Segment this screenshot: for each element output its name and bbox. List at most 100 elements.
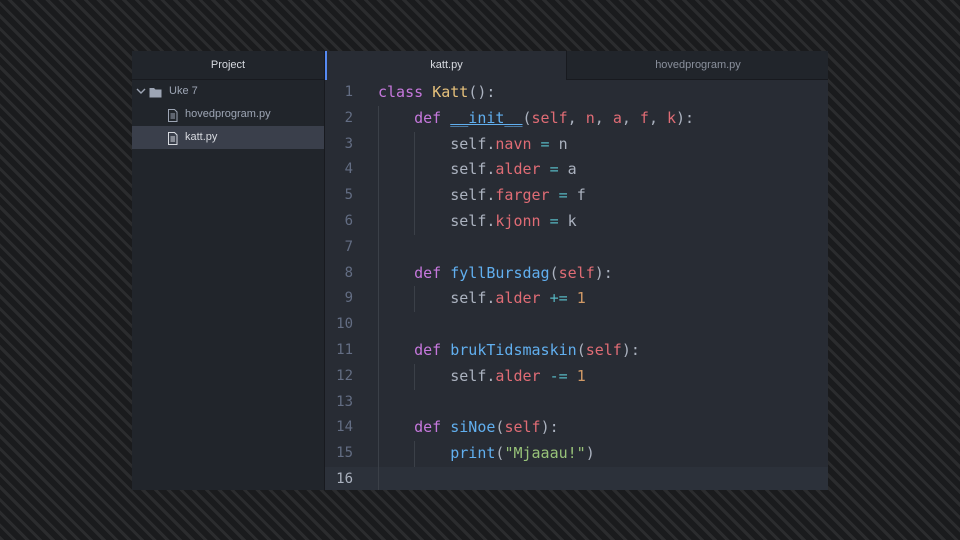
line-number: 1	[344, 84, 353, 100]
line-number: 12	[336, 367, 353, 384]
code-token: self	[450, 289, 487, 308]
code-editor[interactable]: 1 class Katt(): 2 def __init__(self, n, a,…	[325, 80, 828, 490]
code-token: f	[639, 108, 649, 127]
code-token: =	[540, 160, 568, 179]
tree-file-label: hovedprogram.py	[185, 108, 271, 120]
code-line[interactable]: 14 def siNoe(self):	[325, 415, 828, 442]
code-token: n	[558, 134, 568, 153]
line-number: 8	[344, 264, 353, 281]
code-token: ():	[468, 83, 496, 101]
code-token: __init__	[450, 108, 523, 127]
tab-bar: katt.py hovedprogram.py	[325, 51, 828, 80]
tree-file-katt[interactable]: katt.py	[132, 126, 324, 149]
line-number: 9	[344, 290, 353, 307]
code-text: def brukTidsmaskin(self):	[378, 338, 640, 364]
code-token: 1	[576, 289, 586, 308]
code-token: def	[414, 340, 442, 359]
code-line[interactable]: 13	[325, 389, 828, 416]
code-text: class Katt():	[378, 80, 495, 106]
tree-file-hovedprogram[interactable]: hovedprogram.py	[132, 103, 324, 126]
code-token: f	[576, 186, 586, 205]
code-token: navn	[495, 134, 532, 153]
code-line[interactable]: 9 self.alder += 1	[325, 286, 828, 313]
code-token: (	[549, 263, 559, 282]
tab-hovedprogram-py[interactable]: hovedprogram.py	[566, 51, 828, 79]
code-token: k	[567, 211, 577, 230]
code-token: farger	[495, 186, 550, 205]
line-number: 14	[336, 419, 353, 436]
code-line[interactable]: 8 def fyllBursdag(self):	[325, 260, 828, 287]
code-token: alder	[495, 366, 541, 385]
code-token: self	[531, 108, 568, 127]
code-line[interactable]: 3 self.navn = n	[325, 131, 828, 158]
line-number: 3	[344, 135, 353, 152]
code-token: ,	[621, 108, 640, 127]
code-line[interactable]: 7	[325, 234, 828, 261]
code-line[interactable]: 4 self.alder = a	[325, 157, 828, 184]
code-token: (	[522, 108, 532, 127]
line-number: 7	[344, 238, 353, 255]
code-token: "Mjaaau!"	[504, 444, 586, 463]
code-text: print("Mjaaau!")	[378, 441, 595, 467]
code-token: class	[378, 83, 424, 101]
line-number: 4	[344, 161, 353, 178]
code-token: def	[414, 263, 442, 282]
tree-folder-uke-7[interactable]: Uke 7	[132, 80, 324, 103]
code-line[interactable]: 16	[325, 466, 828, 490]
code-token: self	[585, 340, 622, 359]
indent-guide	[378, 312, 379, 338]
code-line[interactable]: 10	[325, 312, 828, 338]
file-icon	[166, 131, 179, 145]
code-line[interactable]: 5 self.farger = f	[325, 183, 828, 209]
code-line[interactable]: 6 self.kjonn = k	[325, 208, 828, 235]
code-token: self	[450, 366, 487, 385]
code-token: print	[450, 444, 496, 463]
code-token: ,	[648, 108, 667, 127]
line-number: 2	[344, 109, 353, 126]
code-token: ):	[621, 340, 640, 359]
indent-guide	[378, 234, 379, 261]
code-token: a	[567, 160, 577, 179]
code-token: self	[450, 211, 487, 230]
code-text: self.kjonn = k	[378, 209, 577, 235]
code-line[interactable]: 11 def brukTidsmaskin(self):	[325, 337, 828, 364]
code-token: alder	[495, 289, 541, 308]
code-token: kjonn	[495, 211, 541, 230]
code-token: brukTidsmaskin	[450, 340, 577, 359]
code-token: self	[504, 418, 541, 437]
code-line[interactable]: 15 print("Mjaaau!")	[325, 441, 828, 467]
line-number: 15	[336, 445, 353, 462]
code-text: self.alder = a	[378, 157, 577, 183]
line-number: 11	[336, 341, 353, 358]
code-token: )	[585, 444, 595, 463]
line-number: 10	[336, 316, 353, 333]
code-line[interactable]: 1 class Katt():	[325, 80, 828, 106]
tree-folder-label: Uke 7	[169, 85, 198, 97]
code-line[interactable]: 2 def __init__(self, n, a, f, k):	[325, 105, 828, 132]
code-token: self	[450, 134, 487, 153]
code-token: ,	[594, 108, 613, 127]
tab-katt-py[interactable]: katt.py	[325, 51, 566, 80]
code-token: ):	[676, 108, 695, 127]
project-tree: Project Uke 7 hovedprogram.py katt.py	[132, 51, 325, 490]
line-number: 5	[344, 187, 353, 204]
indent-guide	[378, 466, 379, 490]
code-token: alder	[495, 160, 541, 179]
code-text: def siNoe(self):	[378, 415, 559, 441]
code-text: self.farger = f	[378, 183, 586, 209]
code-line[interactable]: 12 self.alder -= 1	[325, 363, 828, 390]
code-token: fyllBursdag	[450, 263, 550, 282]
